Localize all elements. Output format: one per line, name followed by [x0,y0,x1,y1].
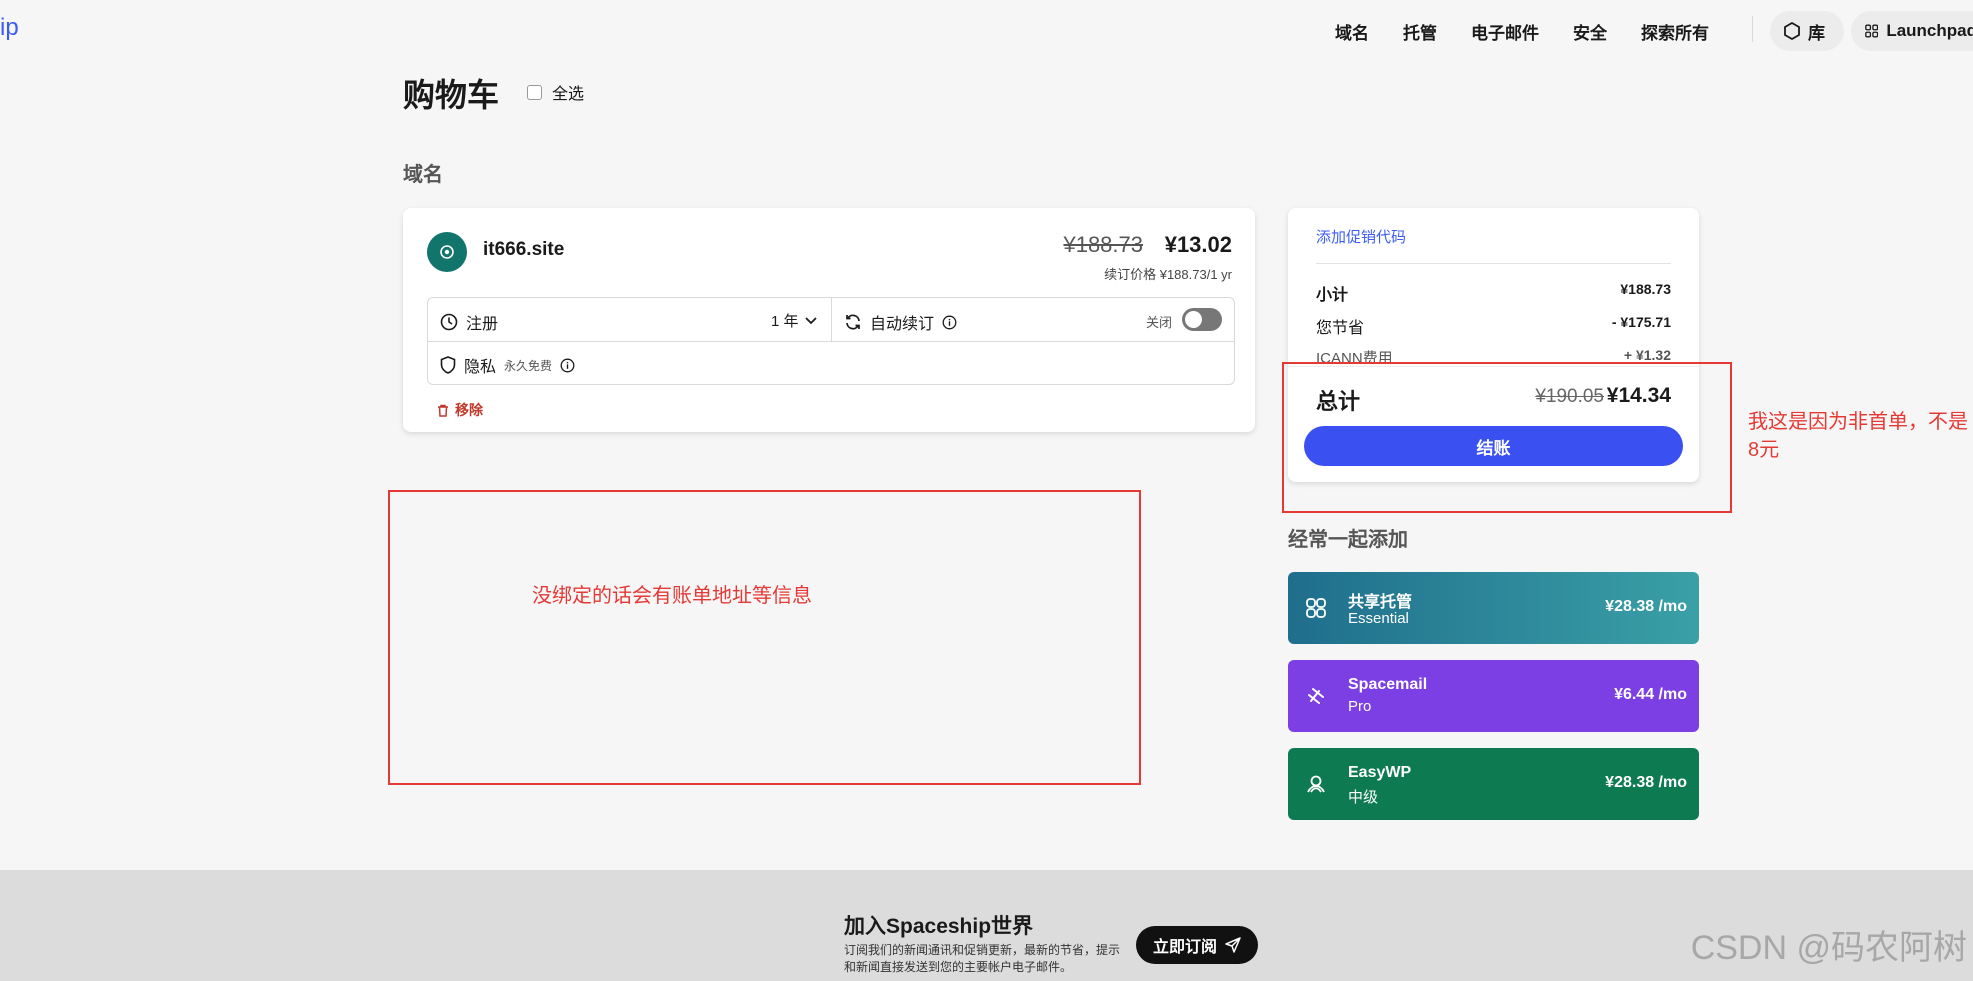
chevron-down-icon [804,316,817,324]
nav-links: 域名 托管 电子邮件 安全 探索所有 [1335,19,1743,44]
savings-value: - ¥175.71 [1611,314,1671,330]
library-label: 库 [1808,23,1825,43]
domain-icon [427,232,467,272]
hexagon-icon [1784,22,1800,40]
footer-newsletter: 加入Spaceship世界 订阅我们的新闻通讯和促销更新，最新的节省，提示和新闻… [0,870,1973,981]
promo-code-link[interactable]: 添加促销代码 [1316,226,1406,247]
addons-title: 经常一起添加 [1288,529,1408,551]
renewal-price: 续订价格 ¥188.73/1 yr [1104,267,1232,282]
toggle-state-label: 关闭 [1146,315,1173,330]
addon-price: ¥28.38 /mo [1605,774,1687,791]
refresh-icon [846,314,860,330]
options-row-register: 注册 1 年 自动续订 关闭 [428,298,1234,342]
icann-label: ICANN费用 [1316,350,1393,363]
auto-renew-label: 自动续订 [870,316,935,333]
icann-value: + ¥1.32 [1623,347,1671,363]
top-nav: ip 域名 托管 电子邮件 安全 探索所有 库 Launchpad [0,0,1973,60]
trash-icon [438,404,448,417]
subtotal-label: 小计 [1316,287,1349,304]
privacy-note: 永久免费 [504,358,553,373]
addon-plan: Essential [1348,610,1409,627]
subtotal-row: 小计 ¥188.73 [1316,281,1671,305]
privacy-option: 隐私 永久免费 [440,353,575,377]
select-all-checkbox[interactable] [527,84,542,100]
addon-price: ¥6.44 /mo [1614,686,1687,703]
addon-name: Spacemail [1348,676,1428,693]
register-label: 注册 [466,316,499,333]
info-icon[interactable] [560,358,575,373]
savings-label: 您节省 [1316,320,1365,337]
nav-link-domains[interactable]: 域名 [1335,19,1369,44]
years-value: 1 年 [771,313,799,330]
remove-button[interactable]: 移除 [437,400,483,420]
domain-price-original: ¥188.73 [1063,232,1143,257]
addon-shared-hosting[interactable]: 共享托管 Essential ¥28.38 /mo [1288,572,1699,644]
domain-name: it666.site [483,239,565,260]
subscribe-button[interactable]: 立即订阅 [1136,926,1258,964]
addon-name: EasyWP [1348,764,1412,781]
summary-divider [1316,263,1671,264]
launchpad-button[interactable]: Launchpad [1851,11,1973,51]
nav-link-explore[interactable]: 探索所有 [1641,19,1709,44]
addon-plan: Pro [1348,698,1372,715]
page-title: 购物车 [403,77,500,113]
select-all-label: 全选 [552,86,585,103]
annotation-box-left [388,490,1141,785]
newsletter-description: 订阅我们的新闻通讯和促销更新，最新的节省，提示和新闻直接发送到您的主要帐户电子邮… [844,943,1121,974]
send-icon [1225,937,1241,953]
toggle-knob [1185,311,1202,328]
addon-price: ¥28.38 /mo [1605,598,1687,615]
domain-cart-item: it666.site ¥188.73 ¥13.02 续订价格 ¥188.73/1… [403,208,1255,432]
remove-label: 移除 [455,402,483,418]
addon-spacemail[interactable]: Spacemail Pro ¥6.44 /mo [1288,660,1699,732]
nav-link-security[interactable]: 安全 [1573,19,1607,44]
spacemail-icon [1302,682,1330,710]
addon-name: 共享托管 [1348,594,1413,611]
subtotal-value: ¥188.73 [1620,281,1671,297]
options-divider [831,298,832,342]
info-icon[interactable] [942,315,957,330]
nav-link-hosting[interactable]: 托管 [1403,19,1437,44]
launchpad-label: Launchpad [1886,21,1973,40]
addon-easywp[interactable]: EasyWP 中级 ¥28.38 /mo [1288,748,1699,820]
privacy-label: 隐私 [464,359,497,376]
select-all[interactable]: 全选 [527,80,584,104]
annotation-box-right [1282,362,1732,513]
domain-options: 注册 1 年 自动续订 关闭 隐私 永久免费 [427,297,1235,385]
easywp-icon [1302,770,1330,798]
brand-logo[interactable]: ip [0,14,19,42]
domain-price-current: ¥13.02 [1164,232,1232,257]
hosting-icon [1302,594,1330,622]
addon-plan: 中级 [1348,789,1379,806]
subscribe-label: 立即订阅 [1152,939,1217,956]
library-button[interactable]: 库 [1770,11,1844,51]
register-option: 注册 [440,310,498,334]
nav-divider [1752,16,1753,42]
newsletter-title: 加入Spaceship世界 [844,915,1034,938]
auto-renew-option: 自动续订 [844,310,957,334]
nav-link-email[interactable]: 电子邮件 [1471,19,1539,44]
section-title-domains: 域名 [403,164,443,186]
shield-icon [440,356,456,374]
clock-icon [440,313,458,331]
annotation-note-right: 我这是因为非首单，不是8元 [1748,411,1968,461]
annotation-note-left: 没绑定的话会有账单地址等信息 [532,585,812,607]
auto-renew-toggle[interactable] [1182,308,1222,331]
years-select[interactable]: 1 年 [771,310,817,331]
icann-row: ICANN费用 + ¥1.32 [1316,347,1671,363]
savings-row: 您节省 - ¥175.71 [1316,314,1671,338]
watermark-text: CSDN @码农阿树 [1690,929,1967,967]
grid-icon [1865,24,1879,38]
